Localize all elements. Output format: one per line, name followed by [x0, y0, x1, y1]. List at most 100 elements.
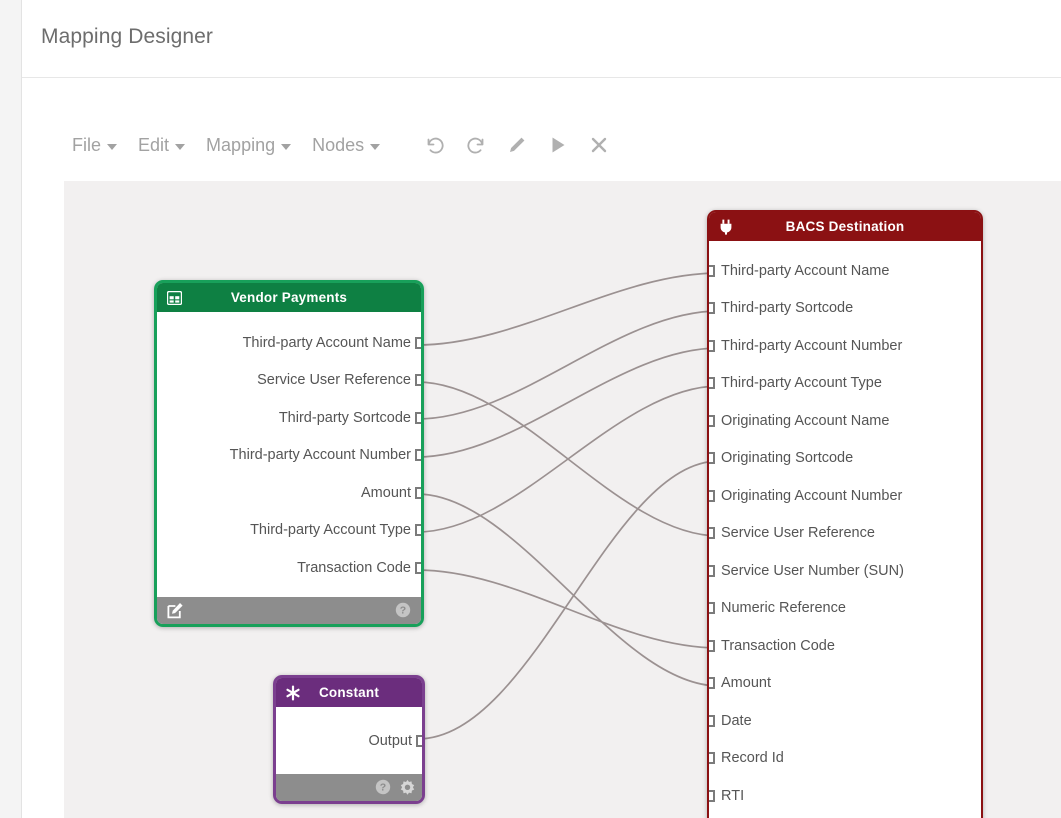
undo-button[interactable] — [421, 131, 449, 159]
edit-square-icon[interactable] — [166, 601, 184, 619]
input-port[interactable] — [709, 339, 715, 352]
port-row[interactable]: Date — [709, 702, 981, 740]
asterisk-icon — [285, 685, 301, 701]
node-vendor-payments[interactable]: Vendor Payments Third-party Account Name… — [154, 280, 424, 627]
port-label: Third-party Account Number — [721, 337, 903, 354]
port-row[interactable]: Output — [276, 722, 422, 760]
menu-nodes[interactable]: Nodes — [312, 134, 381, 156]
play-icon — [552, 137, 565, 153]
chevron-down-icon — [281, 144, 292, 150]
wire-amount — [416, 493, 720, 687]
input-port[interactable] — [709, 452, 715, 465]
node-constant[interactable]: Constant Output ? — [273, 675, 425, 804]
output-port[interactable] — [415, 561, 421, 574]
edit-button[interactable] — [503, 131, 531, 159]
input-port[interactable] — [709, 602, 715, 615]
input-port[interactable] — [709, 564, 715, 577]
port-row[interactable]: Third-party Sortcode — [157, 399, 421, 437]
port-row[interactable]: Third-party Sortcode — [709, 290, 981, 328]
mapping-designer-app: Mapping Designer File Edit Mapping Nodes… — [0, 0, 1061, 818]
port-row[interactable]: Transaction Code — [709, 627, 981, 665]
run-button[interactable] — [544, 131, 572, 159]
port-label: Transaction Code — [297, 559, 411, 576]
port-row[interactable]: Record Id — [709, 740, 981, 778]
output-port[interactable] — [415, 449, 421, 462]
port-row[interactable]: Service User Reference — [709, 515, 981, 553]
help-icon[interactable]: ? — [394, 601, 412, 619]
port-row[interactable]: Third-party Account Type — [157, 512, 421, 550]
plug-icon — [718, 219, 734, 235]
table-icon — [166, 290, 182, 306]
port-label: Third-party Account Type — [721, 375, 882, 392]
node-bacs-body: Third-party Account Name Third-party Sor… — [709, 241, 981, 818]
menu-bar: File Edit Mapping Nodes — [72, 130, 613, 160]
wire-account-name — [416, 272, 720, 346]
port-label: Third-party Account Type — [250, 522, 411, 539]
input-port[interactable] — [709, 489, 715, 502]
node-bacs-destination[interactable]: BACS Destination Third-party Account Nam… — [707, 210, 983, 818]
gear-icon[interactable] — [398, 778, 416, 796]
port-row[interactable]: Service User Reference — [157, 362, 421, 400]
input-port[interactable] — [709, 789, 715, 802]
port-row[interactable]: Third-party Account Type — [709, 365, 981, 403]
node-bacs-header: BACS Destination — [709, 212, 981, 241]
output-port[interactable] — [416, 734, 422, 747]
undo-icon — [427, 137, 444, 154]
redo-button[interactable] — [462, 131, 490, 159]
input-port[interactable] — [709, 639, 715, 652]
node-vendor-body: Third-party Account Name Service User Re… — [157, 312, 421, 597]
port-row[interactable]: Amount — [157, 474, 421, 512]
close-button[interactable] — [585, 131, 613, 159]
port-row[interactable]: Third-party Account Name — [709, 252, 981, 290]
port-row[interactable]: Amount — [709, 665, 981, 703]
port-row[interactable]: Originating Account Name — [709, 402, 981, 440]
port-label: Originating Account Number — [721, 487, 903, 504]
menu-nodes-label: Nodes — [312, 134, 365, 155]
port-row[interactable]: RTI — [709, 777, 981, 815]
port-label: Third-party Account Name — [721, 262, 890, 279]
port-row[interactable]: Numeric Reference — [709, 590, 981, 628]
wire-constant-originating-sortcode — [416, 460, 720, 740]
output-port[interactable] — [415, 486, 421, 499]
mapping-canvas[interactable]: Vendor Payments Third-party Account Name… — [64, 181, 1061, 818]
input-port[interactable] — [709, 377, 715, 390]
help-icon[interactable]: ? — [374, 778, 392, 796]
page-card: Mapping Designer File Edit Mapping Nodes… — [21, 0, 1061, 818]
port-row[interactable]: Originating Sortcode — [709, 440, 981, 478]
port-label: Amount — [361, 484, 411, 501]
node-constant-header: Constant — [276, 678, 422, 707]
menu-file[interactable]: File — [72, 135, 118, 156]
port-label: Third-party Sortcode — [721, 300, 854, 317]
port-label: Third-party Account Name — [242, 334, 411, 351]
input-port[interactable] — [709, 752, 715, 765]
toolbar-buttons — [421, 131, 613, 159]
node-vendor-title: Vendor Payments — [230, 290, 348, 305]
output-port[interactable] — [415, 336, 421, 349]
menu-mapping[interactable]: Mapping — [206, 135, 292, 156]
input-port[interactable] — [709, 677, 715, 690]
output-port[interactable] — [415, 411, 421, 424]
port-row[interactable]: Originating Account Number — [709, 477, 981, 515]
menu-edit[interactable]: Edit — [138, 135, 186, 156]
input-port[interactable] — [709, 302, 715, 315]
port-row[interactable]: Third-party Account Number — [157, 437, 421, 475]
wire-account-type — [416, 385, 720, 533]
port-row[interactable]: Third-party Account Number — [709, 327, 981, 365]
wire-service-user-reference — [416, 381, 720, 537]
wire-account-number — [416, 347, 720, 458]
port-label: Record Id — [721, 750, 784, 767]
port-label: Transaction Code — [721, 637, 835, 654]
pencil-icon — [510, 137, 525, 152]
output-port[interactable] — [415, 524, 421, 537]
wire-sortcode — [416, 310, 720, 420]
page-title: Mapping Designer — [41, 25, 214, 48]
input-port[interactable] — [709, 527, 715, 540]
port-row[interactable]: Service User Number (SUN) — [709, 552, 981, 590]
port-row[interactable]: Third-party Account Name — [157, 324, 421, 362]
output-port[interactable] — [415, 374, 421, 387]
port-label: Service User Reference — [721, 525, 875, 542]
input-port[interactable] — [709, 714, 715, 727]
input-port[interactable] — [709, 264, 715, 277]
port-row[interactable]: Transaction Code — [157, 549, 421, 587]
input-port[interactable] — [709, 414, 715, 427]
